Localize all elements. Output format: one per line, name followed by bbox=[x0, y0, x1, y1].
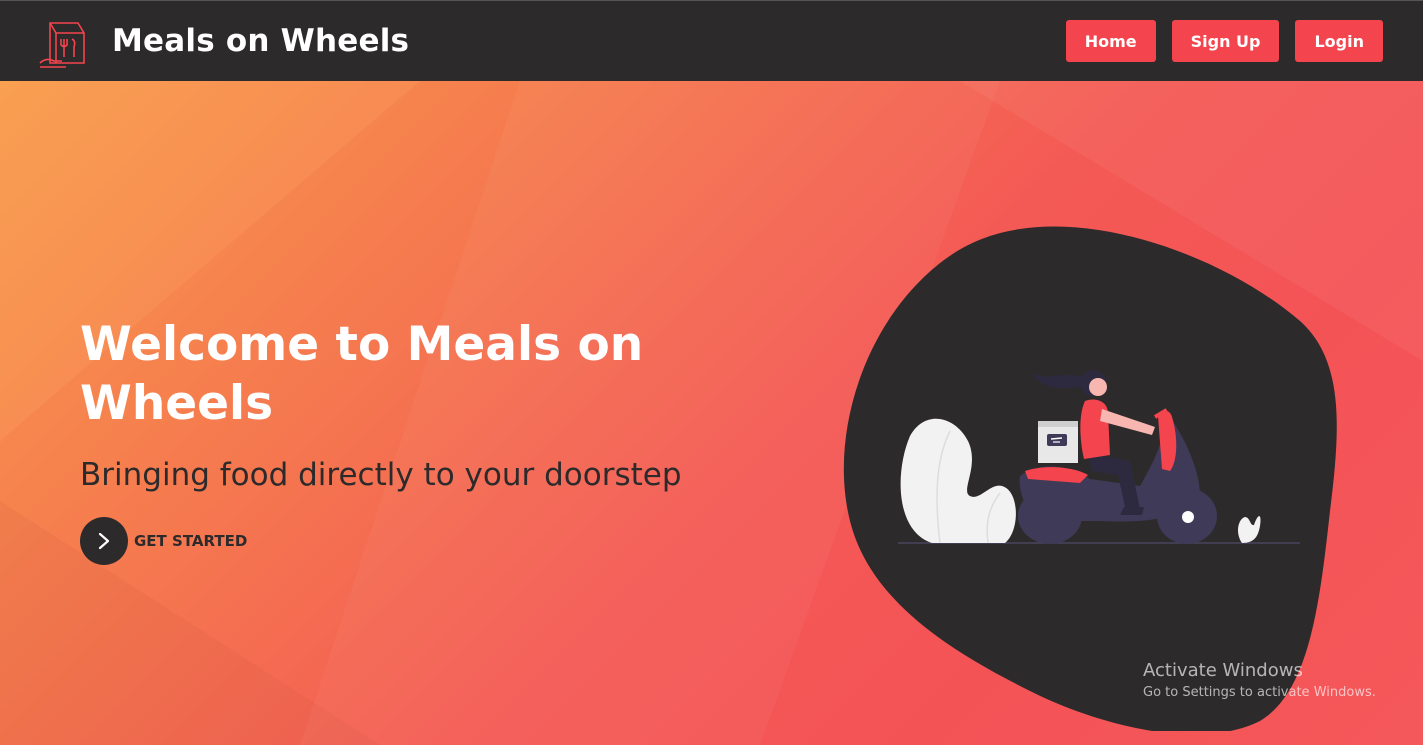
watermark-subtitle: Go to Settings to activate Windows. bbox=[1143, 685, 1376, 700]
brand-title: Meals on Wheels bbox=[112, 23, 410, 59]
home-button[interactable]: Home bbox=[1065, 20, 1156, 62]
scooter-delivery-illustration bbox=[843, 226, 1337, 731]
chevron-right-icon[interactable] bbox=[80, 517, 128, 565]
nav-buttons: Home Sign Up Login bbox=[1065, 20, 1383, 62]
get-started-label[interactable]: GET STARTED bbox=[134, 532, 247, 550]
watermark-title: Activate Windows bbox=[1143, 660, 1303, 681]
brand[interactable]: Meals on Wheels bbox=[36, 13, 409, 69]
hero-subtitle: Bringing food directly to your doorstep bbox=[80, 457, 682, 493]
signup-button[interactable]: Sign Up bbox=[1171, 20, 1280, 62]
get-started-button[interactable]: GET STARTED bbox=[80, 517, 780, 565]
windows-activation-watermark: Activate Windows Go to Settings to activ… bbox=[1143, 660, 1376, 700]
hero-title: Welcome to Meals on Wheels bbox=[80, 317, 644, 431]
login-button[interactable]: Login bbox=[1295, 20, 1383, 62]
hero-section: Welcome to Meals on Wheels Bringing food… bbox=[0, 81, 1423, 745]
navbar: Meals on Wheels Home Sign Up Login bbox=[0, 0, 1423, 81]
food-bag-logo-icon bbox=[39, 22, 85, 68]
hero-content: Welcome to Meals on Wheels Bringing food… bbox=[80, 315, 780, 565]
